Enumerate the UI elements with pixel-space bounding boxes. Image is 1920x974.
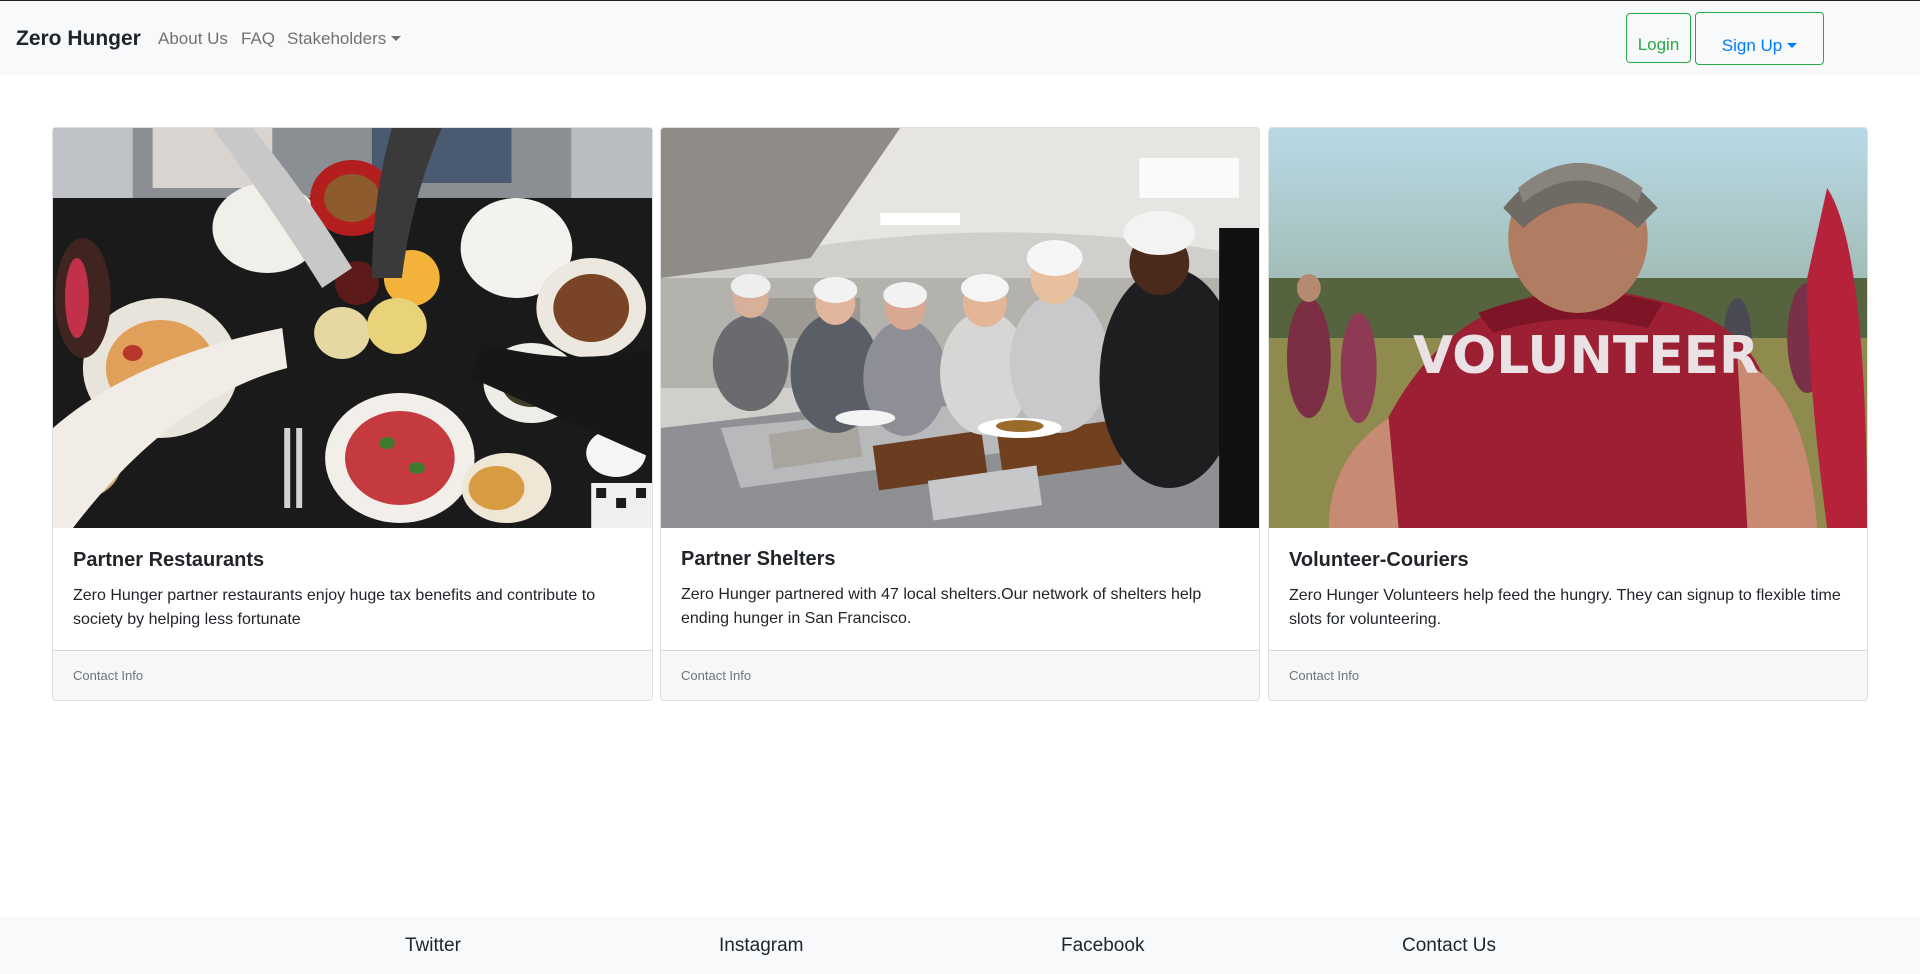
footer-link-twitter[interactable]: Twitter	[405, 934, 461, 958]
shelter-kitchen-image	[661, 128, 1259, 528]
chevron-down-icon	[391, 36, 402, 41]
card-body: Partner Shelters Zero Hunger partnered w…	[661, 528, 1259, 631]
footer-link-facebook[interactable]: Facebook	[1061, 934, 1144, 958]
card-title: Partner Restaurants	[73, 549, 265, 571]
card-footer-contact-info[interactable]: Contact Info	[53, 650, 652, 700]
footer-link-instagram[interactable]: Instagram	[719, 934, 803, 958]
signup-dropdown-button[interactable]: Sign Up	[1695, 12, 1824, 65]
nav-stakeholders-dropdown[interactable]: Stakeholders	[287, 28, 402, 50]
card-footer-contact-info[interactable]: Contact Info	[1269, 650, 1867, 700]
brand-logo[interactable]: Zero Hunger	[16, 26, 141, 52]
card-title: Partner Shelters	[681, 548, 836, 570]
nav-about-us[interactable]: About Us	[158, 28, 228, 50]
card-partner-restaurants: Partner Restaurants Zero Hunger partner …	[52, 127, 653, 701]
card-body: Volunteer-Couriers Zero Hunger Volunteer…	[1269, 528, 1867, 632]
card-title: Volunteer-Couriers	[1289, 549, 1469, 571]
login-button[interactable]: Login	[1626, 13, 1691, 63]
card-text: Zero Hunger Volunteers help feed the hun…	[1289, 587, 1841, 628]
site-footer: Twitter Instagram Facebook Contact Us	[0, 917, 1920, 974]
card-text: Zero Hunger partnered with 47 local shel…	[681, 586, 1202, 627]
signup-label: Sign Up	[1721, 36, 1783, 55]
volunteer-shirt-image: VOLUNTEER	[1269, 128, 1867, 528]
card-partner-shelters: Partner Shelters Zero Hunger partnered w…	[660, 127, 1260, 701]
restaurant-table-image	[53, 128, 652, 528]
nav-faq[interactable]: FAQ	[241, 28, 275, 50]
chevron-down-icon	[1787, 43, 1798, 48]
footer-link-contact-us[interactable]: Contact Us	[1402, 934, 1496, 958]
card-text: Zero Hunger partner restaurants enjoy hu…	[73, 587, 596, 628]
volunteer-shirt-text: VOLUNTEER	[1413, 326, 1759, 386]
card-volunteer-couriers: VOLUNTEER Volunteer-Couriers Zero Hunger…	[1268, 127, 1868, 701]
card-body: Partner Restaurants Zero Hunger partner …	[53, 528, 652, 632]
card-footer-contact-info[interactable]: Contact Info	[661, 650, 1259, 700]
navbar: Zero Hunger About Us FAQ Stakeholders Lo…	[0, 1, 1920, 75]
nav-stakeholders-label: Stakeholders	[287, 29, 387, 48]
